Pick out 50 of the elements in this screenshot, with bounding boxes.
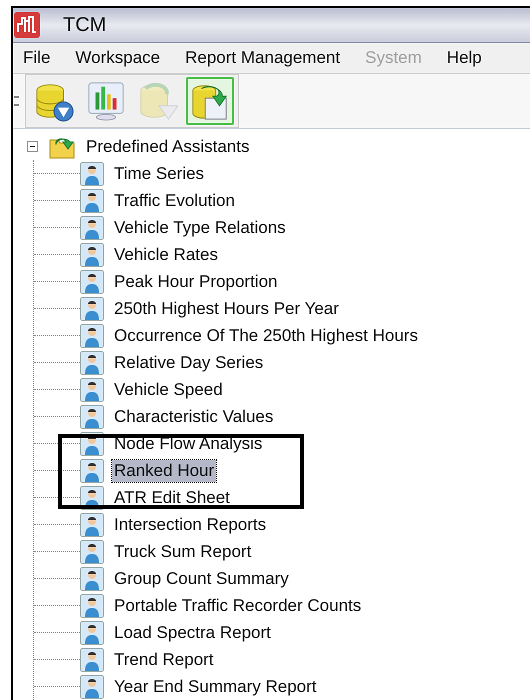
menu-item[interactable]: Report Management <box>185 45 340 71</box>
tree-item[interactable]: Peak Hour Proportion <box>112 270 280 292</box>
tree-item[interactable]: Traffic Evolution <box>112 190 237 212</box>
tree-item[interactable]: Relative Day Series <box>112 352 266 374</box>
toolbar-button[interactable] <box>186 77 234 125</box>
tree-item[interactable]: Node Flow Analysis <box>112 432 264 454</box>
menu-item[interactable]: Help <box>446 45 482 71</box>
person-icon <box>80 512 104 536</box>
tree-item[interactable]: Occurrence Of The 250th Highest Hours <box>112 324 420 346</box>
person-icon <box>80 566 104 590</box>
person-icon <box>80 216 104 240</box>
person-icon <box>80 620 104 644</box>
tree-item[interactable]: Ranked Hour <box>112 460 216 482</box>
tree-item[interactable]: Trend Report <box>112 648 216 670</box>
person-icon <box>80 594 104 618</box>
menu-item[interactable]: File <box>23 45 50 71</box>
tree-item[interactable]: Load Spectra Report <box>112 622 273 644</box>
tree-item[interactable]: Vehicle Rates <box>112 244 220 266</box>
person-icon <box>80 458 104 482</box>
window-title: TCM <box>63 12 106 38</box>
person-icon <box>80 378 104 402</box>
database-refresh-icon <box>138 80 178 122</box>
tree-item[interactable]: 250th Highest Hours Per Year <box>112 298 341 320</box>
tree-item[interactable]: Intersection Reports <box>112 514 268 536</box>
tree-item[interactable]: Predefined Assistants <box>86 134 250 160</box>
person-icon <box>80 350 104 374</box>
person-icon <box>80 270 104 294</box>
person-icon <box>80 188 104 212</box>
person-icon <box>80 540 104 564</box>
tree-item[interactable]: Vehicle Speed <box>112 378 225 400</box>
person-icon <box>80 242 104 266</box>
collapse-toggle[interactable] <box>27 141 38 152</box>
person-icon <box>80 324 104 348</box>
tree-item[interactable]: Portable Traffic Recorder Counts <box>112 594 364 616</box>
toolbar-grip[interactable] <box>14 96 19 106</box>
tree-item[interactable]: Time Series <box>112 162 206 184</box>
tree-item[interactable]: Group Count Summary <box>112 568 291 590</box>
tree-item[interactable]: Year End Summary Report <box>112 676 319 698</box>
tree-item[interactable]: Characteristic Values <box>112 406 276 428</box>
tree-item[interactable]: ATR Edit Sheet <box>112 486 232 508</box>
bar-chart-icon <box>86 80 126 122</box>
person-icon <box>80 404 104 428</box>
person-icon <box>80 162 104 186</box>
person-icon <box>80 648 104 672</box>
tree-item[interactable]: Truck Sum Report <box>112 540 254 562</box>
tree-item[interactable]: Vehicle Type Relations <box>112 216 288 238</box>
app-icon <box>14 12 40 38</box>
menu-item[interactable]: Workspace <box>75 45 160 71</box>
person-icon <box>80 674 104 698</box>
person-icon <box>80 296 104 320</box>
